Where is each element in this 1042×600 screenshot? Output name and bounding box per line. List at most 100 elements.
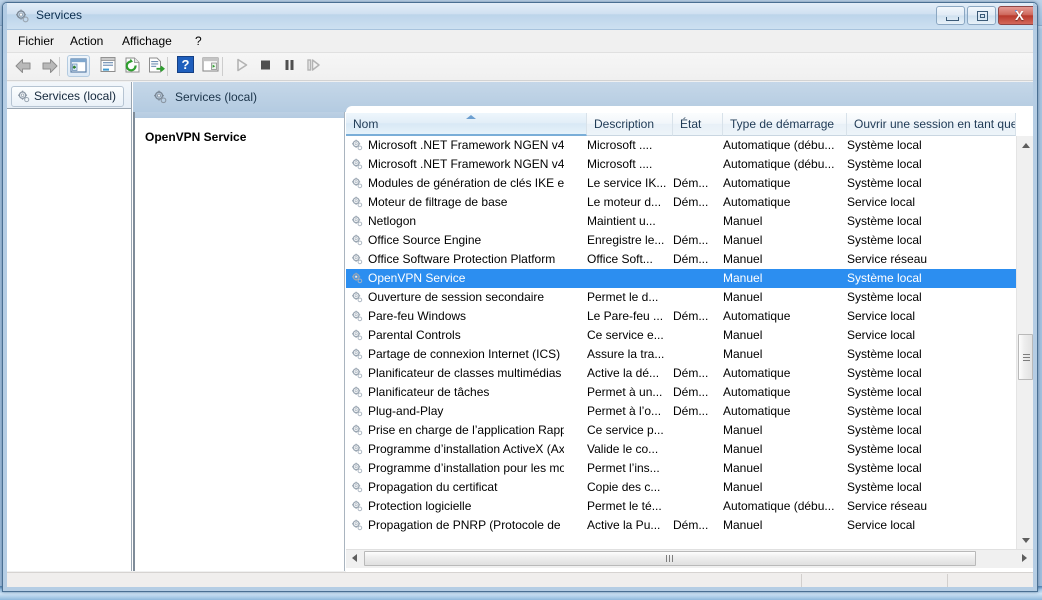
cell-type: Manuel xyxy=(723,518,763,532)
cell-etat xyxy=(673,212,718,231)
status-bar xyxy=(7,572,1033,588)
cell-desc: Le Pare-feu ... xyxy=(587,309,664,323)
status-separator xyxy=(801,574,802,587)
service-gear-icon xyxy=(350,499,364,513)
column-header-etat[interactable]: État xyxy=(673,113,723,136)
table-row[interactable]: Pare-feu Windows Le Pare-feu ... Dém... Aut… xyxy=(346,307,1016,326)
table-row[interactable]: Programme d’installation pour les mo... P… xyxy=(346,459,1016,478)
cell-desc: Maintient u... xyxy=(587,214,656,228)
cell-etat: Dém... xyxy=(673,252,709,266)
export-list-icon[interactable] xyxy=(146,55,169,77)
cell-type: Manuel xyxy=(723,252,763,266)
scroll-down-button[interactable] xyxy=(1017,532,1034,549)
cell-name: Pare-feu Windows xyxy=(368,309,467,323)
cell-type: Automatique xyxy=(723,195,791,209)
cell-etat xyxy=(673,459,718,478)
table-row[interactable]: Modules de génération de clés IKE et A..… xyxy=(346,174,1016,193)
pause-service-icon[interactable] xyxy=(279,55,302,77)
cell-name: Microsoft .NET Framework NGEN v4.0.... xyxy=(368,138,564,152)
cell-desc: Permet le té... xyxy=(587,499,662,513)
cell-desc: Valide le co... xyxy=(587,442,659,456)
menu-fichier[interactable]: Fichier xyxy=(11,33,61,50)
table-row[interactable]: Protection logicielle Permet le té... Auto… xyxy=(346,497,1016,516)
table-row[interactable]: Moteur de filtrage de base Le moteur d...… xyxy=(346,193,1016,212)
service-gear-icon xyxy=(350,138,364,152)
cell-type: Manuel xyxy=(723,347,763,361)
scroll-right-button[interactable] xyxy=(1016,550,1033,567)
close-button[interactable]: X xyxy=(998,6,1037,25)
table-row[interactable]: Parental Controls Ce service e... Manuel Se… xyxy=(346,326,1016,345)
cell-desc: Le service IK... xyxy=(587,176,667,190)
help-icon[interactable]: ? xyxy=(176,55,199,77)
refresh-icon[interactable] xyxy=(122,55,145,77)
table-row[interactable]: Prise en charge de l’application Rappor.… xyxy=(346,421,1016,440)
back-arrow-icon[interactable] xyxy=(13,55,36,77)
column-header-name[interactable]: Nom xyxy=(346,113,587,136)
cell-desc: Permet l’ins... xyxy=(587,461,660,475)
table-row[interactable]: Partage de connexion Internet (ICS) Assur… xyxy=(346,345,1016,364)
toolbar: ? xyxy=(3,53,1037,81)
start-service-icon[interactable] xyxy=(231,55,254,77)
restart-service-icon[interactable] xyxy=(303,55,326,77)
cell-name: Moteur de filtrage de base xyxy=(368,195,508,209)
show-action-pane-icon[interactable] xyxy=(200,55,223,77)
column-header-type[interactable]: Type de démarrage xyxy=(723,113,847,136)
table-row[interactable]: OpenVPN Service Manuel Système local xyxy=(346,269,1016,288)
tree-node-label: Services (local) xyxy=(34,89,117,103)
cell-name: Netlogon xyxy=(368,214,417,228)
table-row[interactable]: Propagation de PNRP (Protocole de ... Act… xyxy=(346,516,1016,535)
column-header-logon[interactable]: Ouvrir une session en tant que xyxy=(847,113,1016,136)
cell-etat xyxy=(673,136,718,155)
cell-etat xyxy=(673,269,718,288)
table-row[interactable]: Office Source Engine Enregistre le... Dém.… xyxy=(346,231,1016,250)
stop-service-icon[interactable] xyxy=(255,55,278,77)
cell-desc: Permet à un... xyxy=(587,385,663,399)
menu-help[interactable]: ? xyxy=(188,33,209,50)
cell-type: Manuel xyxy=(723,480,763,494)
scroll-up-button[interactable] xyxy=(1017,136,1034,153)
horizontal-scrollbar-thumb[interactable] xyxy=(364,551,976,566)
minimize-button[interactable] xyxy=(936,6,965,25)
maximize-button[interactable] xyxy=(967,6,996,25)
close-icon: X xyxy=(1015,8,1024,23)
cell-type: Automatique xyxy=(723,404,791,418)
column-header-label: État xyxy=(680,117,702,131)
extended-detail-pane: OpenVPN Service xyxy=(133,112,345,571)
column-header-desc[interactable]: Description xyxy=(587,113,673,136)
cell-etat: Dém... xyxy=(673,518,709,532)
menu-affichage[interactable]: Affichage xyxy=(115,33,179,50)
title-bar[interactable]: Services X xyxy=(3,3,1037,30)
horizontal-scrollbar[interactable] xyxy=(346,549,1033,568)
cell-name: Programme d’installation pour les mo... xyxy=(368,461,564,475)
cell-logon: Service local xyxy=(847,328,916,342)
services-listview: Nom Description État Type de démarrage Ouvri… xyxy=(346,112,1034,572)
service-gear-icon xyxy=(350,271,364,285)
table-row[interactable]: Ouverture de session secondaire Permet le… xyxy=(346,288,1016,307)
table-row[interactable]: Netlogon Maintient u... Manuel Système loca… xyxy=(346,212,1016,231)
table-row[interactable]: Programme d’installation ActiveX (AxI...… xyxy=(346,440,1016,459)
table-row[interactable]: Plug-and-Play Permet à l’o... Dém... Automa… xyxy=(346,402,1016,421)
service-gear-icon xyxy=(350,442,364,456)
table-row[interactable]: Planificateur de tâches Permet à un... Dém… xyxy=(346,383,1016,402)
table-row[interactable]: Microsoft .NET Framework NGEN v4.0.... Mi… xyxy=(346,136,1016,155)
show-hide-console-tree-icon[interactable] xyxy=(67,55,90,77)
cell-etat: Dém... xyxy=(673,309,709,323)
service-gear-icon xyxy=(350,404,364,418)
column-header-label: Description xyxy=(594,117,655,131)
tree-node-services-local[interactable]: Services (local) xyxy=(11,86,125,107)
menu-action[interactable]: Action xyxy=(63,33,110,50)
cell-desc: Enregistre le... xyxy=(587,233,665,247)
table-row[interactable]: Office Software Protection Platform Offic… xyxy=(346,250,1016,269)
properties-icon[interactable] xyxy=(98,55,121,77)
vertical-scrollbar[interactable] xyxy=(1016,136,1034,549)
cell-name: Microsoft .NET Framework NGEN v4.0.... xyxy=(368,157,564,171)
table-row[interactable]: Microsoft .NET Framework NGEN v4.0.... Mi… xyxy=(346,155,1016,174)
cell-logon: Service réseau xyxy=(847,252,928,266)
vertical-scrollbar-thumb[interactable] xyxy=(1018,334,1033,380)
service-gear-icon xyxy=(350,157,364,171)
forward-arrow-icon[interactable] xyxy=(37,55,60,77)
scroll-left-button[interactable] xyxy=(346,550,363,567)
table-row[interactable]: Propagation du certificat Copie des c... M… xyxy=(346,478,1016,497)
table-row[interactable]: Planificateur de classes multimédias Acti… xyxy=(346,364,1016,383)
cell-desc: Le moteur d... xyxy=(587,195,662,209)
